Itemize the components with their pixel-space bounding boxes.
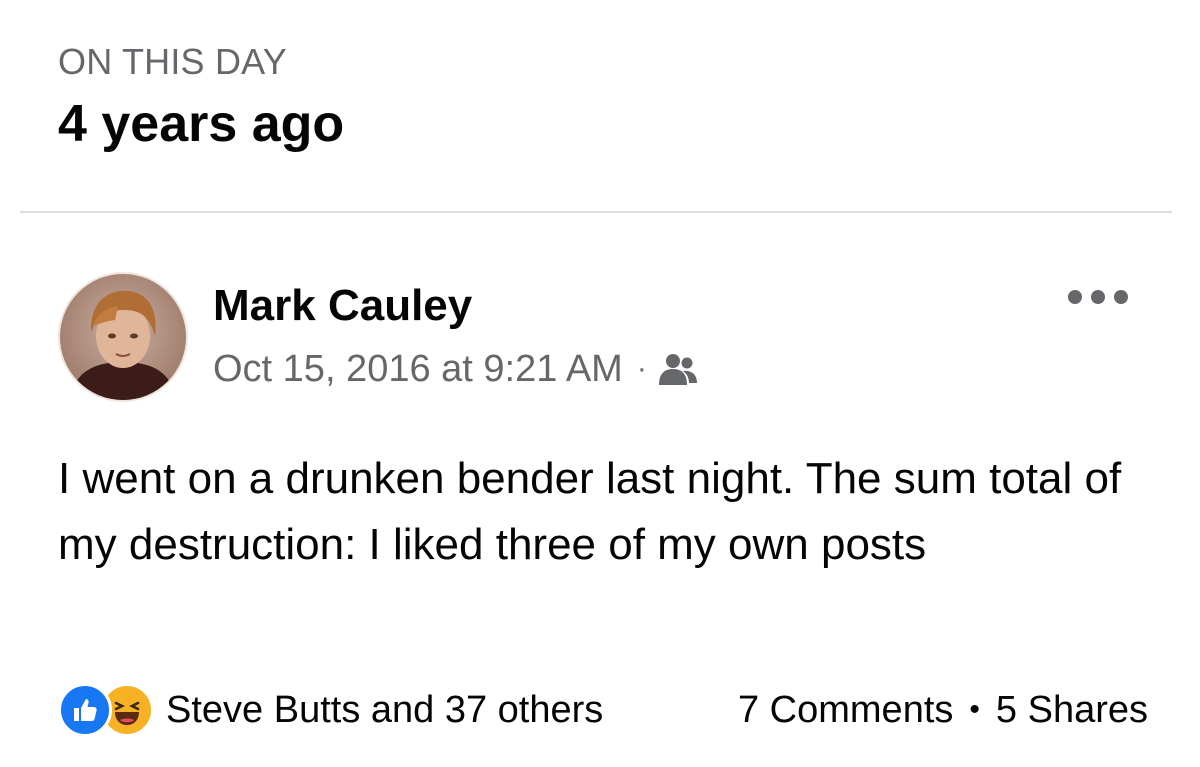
avatar[interactable] [58,272,188,402]
avatar-photo [60,274,186,400]
friends-icon[interactable] [657,351,699,387]
reactors-text[interactable]: Steve Butts and 37 others [166,689,603,732]
counts-separator: • [969,693,980,726]
memory-kicker: ON THIS DAY [58,41,287,82]
more-options-icon[interactable] [1068,282,1128,312]
more-dot [1114,290,1128,304]
post-timestamp[interactable]: Oct 15, 2016 at 9:21 AM [213,346,623,392]
post-footer: Steve Butts and 37 others 7 Comments • 5… [58,680,1148,740]
shares-count[interactable]: 5 Shares [996,689,1148,732]
memory-years-ago: 4 years ago [58,95,345,153]
reactions-summary[interactable]: Steve Butts and 37 others [58,683,603,737]
section-divider [20,211,1172,213]
post-header: Mark Cauley Oct 15, 2016 at 9:21 AM · [58,272,1138,402]
engagement-counts: 7 Comments • 5 Shares [738,689,1148,732]
post-author[interactable]: Mark Cauley [213,280,472,332]
more-dot [1091,290,1105,304]
post-meta: Oct 15, 2016 at 9:21 AM · [213,346,699,392]
memory-header: ON THIS DAY 4 years ago [58,40,344,156]
comments-count[interactable]: 7 Comments [738,689,953,732]
more-dot [1068,290,1082,304]
like-icon [58,683,112,737]
post-text: I went on a drunken bender last night. T… [58,454,1122,569]
meta-separator: · [636,352,647,385]
